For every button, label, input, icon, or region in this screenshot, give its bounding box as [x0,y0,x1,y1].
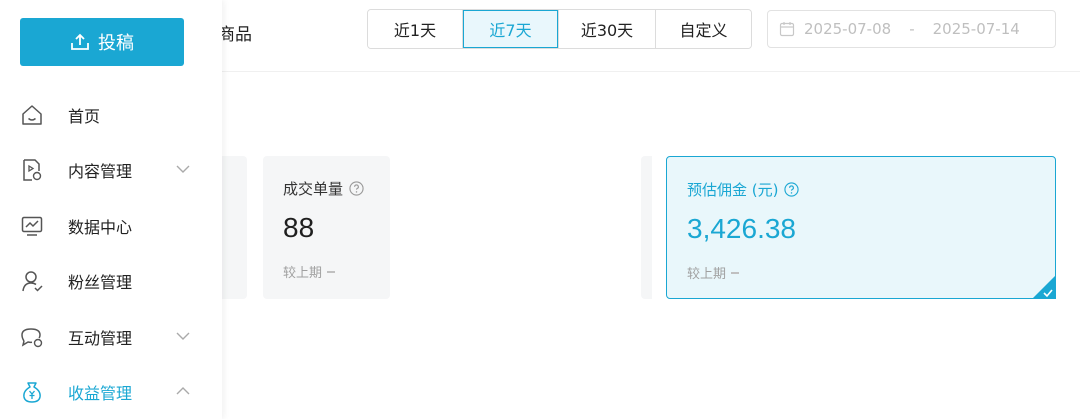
sidebar-item-label: 内容管理 [68,162,133,181]
help-icon[interactable] [784,182,800,197]
upload-button[interactable]: 投稿 [20,18,184,66]
data-chart-icon [21,216,43,236]
sidebar-item-label: 首页 [68,107,101,126]
chevron-down-icon [176,332,190,340]
content-icon [23,159,42,181]
sidebar-item-label: 收益管理 [68,384,133,403]
range-30day-button[interactable]: 近30天 [559,10,656,48]
sidebar-item-label: 数据中心 [68,218,133,237]
metric-card-orders[interactable]: 成交单量 88 较上期 [263,156,390,299]
money-bag-icon [23,382,41,403]
date-start[interactable]: 2025-07-08 [804,20,891,38]
chevron-down-icon [176,165,190,173]
metric-card-commission[interactable]: 预估佣金 (元) 3,426.38 较上期 [666,156,1056,299]
metric-title-text: 预估佣金 (元) [687,181,779,199]
metric-title: 预估佣金 (元) [687,179,800,200]
chevron-up-icon [176,387,190,395]
help-icon[interactable] [349,181,364,196]
date-separator: - [909,20,915,38]
sidebar-item-home[interactable]: 首页 [0,89,222,141]
upload-icon [71,33,89,50]
metric-compare: 较上期 [283,262,336,281]
flat-trend-icon [731,271,740,274]
fans-icon [22,271,43,292]
chat-icon [21,328,43,348]
date-range-picker[interactable]: 2025-07-08 - 2025-07-14 [767,10,1056,48]
metric-card-partial-left[interactable] [222,156,247,299]
metric-compare-label: 较上期 [687,267,727,282]
metric-card-partial-right[interactable] [641,156,652,299]
sidebar-item-label: 粉丝管理 [68,273,133,292]
sidebar-item-content[interactable]: 内容管理 [0,144,222,196]
metric-compare-label: 较上期 [283,266,323,281]
range-7day-button[interactable]: 近7天 [463,10,559,48]
home-icon [22,105,42,125]
sidebar-item-fans[interactable]: 粉丝管理 [0,255,222,307]
metric-value: 3,426.38 [687,213,796,244]
metric-compare: 较上期 [687,263,740,282]
range-custom-button[interactable]: 自定义 [656,10,751,48]
selected-check-icon [1032,275,1056,299]
calendar-icon [779,22,795,37]
page-title: 商品 [218,25,252,45]
upload-label: 投稿 [98,33,134,54]
date-end[interactable]: 2025-07-14 [933,20,1020,38]
metric-value: 88 [283,212,315,243]
sidebar: 投稿 首页 内容管理 数据中心 粉丝管理 互动管理 收益管理 [0,0,222,419]
sidebar-item-label: 互动管理 [68,329,133,348]
metric-title-text: 成交单量 [283,180,344,198]
flat-trend-icon [327,270,336,273]
date-range-tabs: 近1天 近7天 近30天 自定义 [367,9,752,49]
range-1day-button[interactable]: 近1天 [368,10,463,48]
sidebar-item-interaction[interactable]: 互动管理 [0,311,222,363]
metric-title: 成交单量 [283,178,364,199]
sidebar-item-revenue[interactable]: 收益管理 [0,366,222,418]
sidebar-item-data-center[interactable]: 数据中心 [0,200,222,252]
